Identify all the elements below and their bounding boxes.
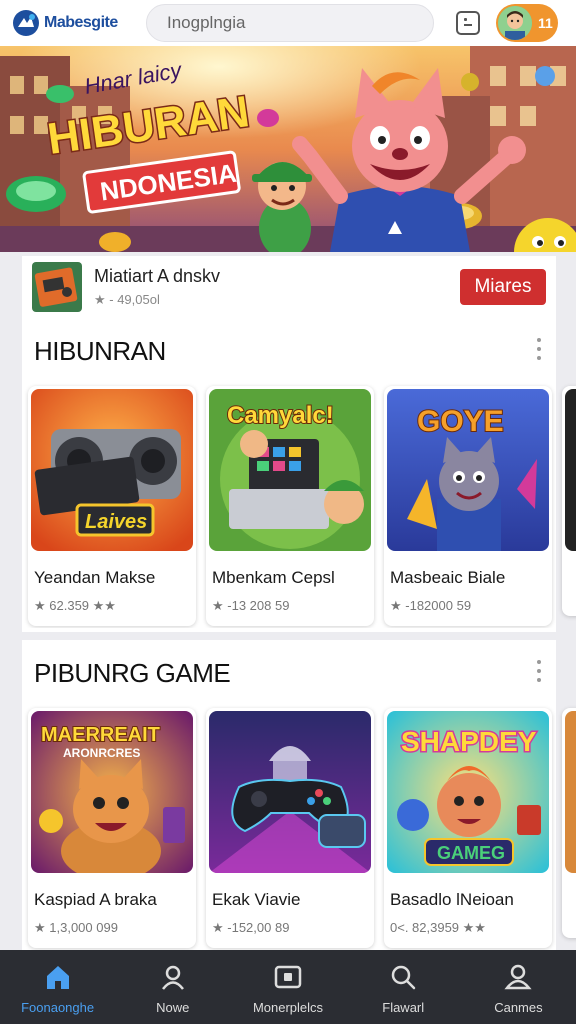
game-title: Yeandan Makse xyxy=(34,568,156,587)
game-rating: ★ -182000 59 xyxy=(390,598,472,613)
bottom-nav: Foonaonghe Nowe Monerplelcs Flawarl Canm… xyxy=(0,950,576,1024)
arcade-machine-art: Camyalc! xyxy=(209,389,371,551)
logo-text: Mabesgite xyxy=(44,14,118,31)
game-art-label: Laives xyxy=(85,511,147,533)
game-title: Masbeaic Biale xyxy=(390,568,506,587)
game-art-label: Camyalc! xyxy=(227,402,334,429)
home-icon xyxy=(46,966,69,989)
game-card[interactable]: GOYE Masbeaic Biale ★ -182000 59 xyxy=(384,386,552,626)
game-art-label: SHAPDEY xyxy=(401,726,537,757)
game-art-partial xyxy=(565,389,576,551)
featured-app-title: Miatiart A dnskv xyxy=(94,266,221,286)
app-logo[interactable]: Mabesgite xyxy=(12,9,144,37)
user-chip[interactable]: 11 xyxy=(496,4,558,42)
nav-label: Nowe xyxy=(156,1000,190,1015)
top-bar: Mabesgite Inogplngia 11 xyxy=(0,0,576,46)
search-placeholder: Inogplngia xyxy=(167,13,246,32)
account-icon xyxy=(504,964,532,990)
game-art-partial xyxy=(565,711,576,873)
search-icon xyxy=(391,965,416,990)
game-card[interactable]: SHAPDEY GAMEG Basadlo lNeioan 0<. 82,395… xyxy=(384,708,552,948)
featured-app-info: Miatiart A dnskv ★ - 49,05ol xyxy=(94,266,220,308)
avatar-face-icon xyxy=(498,6,532,40)
nav-label: Canmes xyxy=(494,1000,543,1015)
game-art-label: GOYE xyxy=(417,405,504,438)
notification-count: 11 xyxy=(538,15,553,31)
hero-banner[interactable]: Hnar laicy HIBURAN NDONESIA xyxy=(0,46,576,252)
logo-icon xyxy=(13,10,39,36)
game-card[interactable]: Ekak Viavie ★ -152,00 89 xyxy=(206,708,374,948)
nav-people[interactable]: Nowe xyxy=(115,950,230,1024)
library-icon xyxy=(274,965,302,989)
section-hiburan: HIBUNRAN Laives Yeandan Makse ★ 62.359 ★… xyxy=(22,318,576,632)
section-game: PIBUNRG GAME MAERREAIT ARONRCRES Kaspiad… xyxy=(22,640,576,952)
qr-scan-icon[interactable] xyxy=(456,11,480,35)
featured-app-rating: ★ - 49,05ol xyxy=(94,292,160,307)
nav-label: Flawarl xyxy=(382,1000,425,1015)
game-art-sublabel: ARONRCRES xyxy=(63,746,140,760)
nav-account[interactable]: Canmes xyxy=(461,950,576,1024)
game-rating: ★ -13 208 59 xyxy=(212,598,290,613)
more-options-icon[interactable] xyxy=(536,660,542,682)
game-title: Kaspiad A braka xyxy=(34,890,157,909)
game-rating: 0<. 82,3959 ★★ xyxy=(390,920,486,935)
section-title: PIBUNRG GAME xyxy=(34,658,231,688)
person-icon xyxy=(161,965,184,990)
avatar xyxy=(498,6,532,40)
game-card[interactable]: MAERREAIT ARONRCRES Kaspiad A braka ★ 1,… xyxy=(28,708,196,948)
game-title: Mbenkam Cepsl xyxy=(212,568,335,587)
game-rating: ★ 62.359 ★★ xyxy=(34,598,116,613)
nav-label: Foonaonghe xyxy=(21,1000,95,1015)
nav-label: Monerplelcs xyxy=(252,1000,324,1015)
game-rating: ★ -152,00 89 xyxy=(212,920,290,935)
hero-banner-art: Hnar laicy HIBURAN NDONESIA xyxy=(0,46,576,252)
search-input[interactable]: Inogplngia xyxy=(146,4,434,42)
nav-home[interactable]: Foonaonghe xyxy=(0,950,115,1024)
game-card-partial[interactable] xyxy=(562,708,576,938)
install-button[interactable]: Miares xyxy=(460,269,546,305)
more-options-icon[interactable] xyxy=(536,338,542,360)
kid-mascot-art: SHAPDEY GAMEG xyxy=(387,711,549,873)
gamepad-art xyxy=(209,711,371,873)
game-art-label: MAERREAIT xyxy=(41,724,160,746)
game-title: Basadlo lNeioan xyxy=(390,890,514,909)
game-rating: ★ 1,3,000 099 xyxy=(34,920,118,935)
game-card-partial[interactable] xyxy=(562,386,576,616)
game-card[interactable]: Camyalc! Mbenkam Cepsl ★ -13 208 59 xyxy=(206,386,374,626)
game-carousel[interactable]: Laives Yeandan Makse ★ 62.359 ★★ Camyalc… xyxy=(22,378,576,628)
game-title: Ekak Viavie xyxy=(212,890,301,909)
game-art-sublabel: GAMEG xyxy=(437,843,505,863)
section-title: HIBUNRAN xyxy=(34,336,166,366)
featured-app-row[interactable]: Miatiart A dnskv ★ - 49,05ol Miares xyxy=(22,256,556,318)
nav-search[interactable]: Flawarl xyxy=(346,950,461,1024)
radio-device-icon xyxy=(32,262,82,312)
nav-library[interactable]: Monerplelcs xyxy=(230,950,345,1024)
game-carousel[interactable]: MAERREAIT ARONRCRES Kaspiad A braka ★ 1,… xyxy=(22,700,576,950)
cat-mascot-art: GOYE xyxy=(387,389,549,551)
speaker-console-art: Laives xyxy=(31,389,193,551)
fox-mascot-art: MAERREAIT ARONRCRES xyxy=(31,711,193,873)
featured-app-thumbnail xyxy=(32,262,82,312)
game-card[interactable]: Laives Yeandan Makse ★ 62.359 ★★ xyxy=(28,386,196,626)
